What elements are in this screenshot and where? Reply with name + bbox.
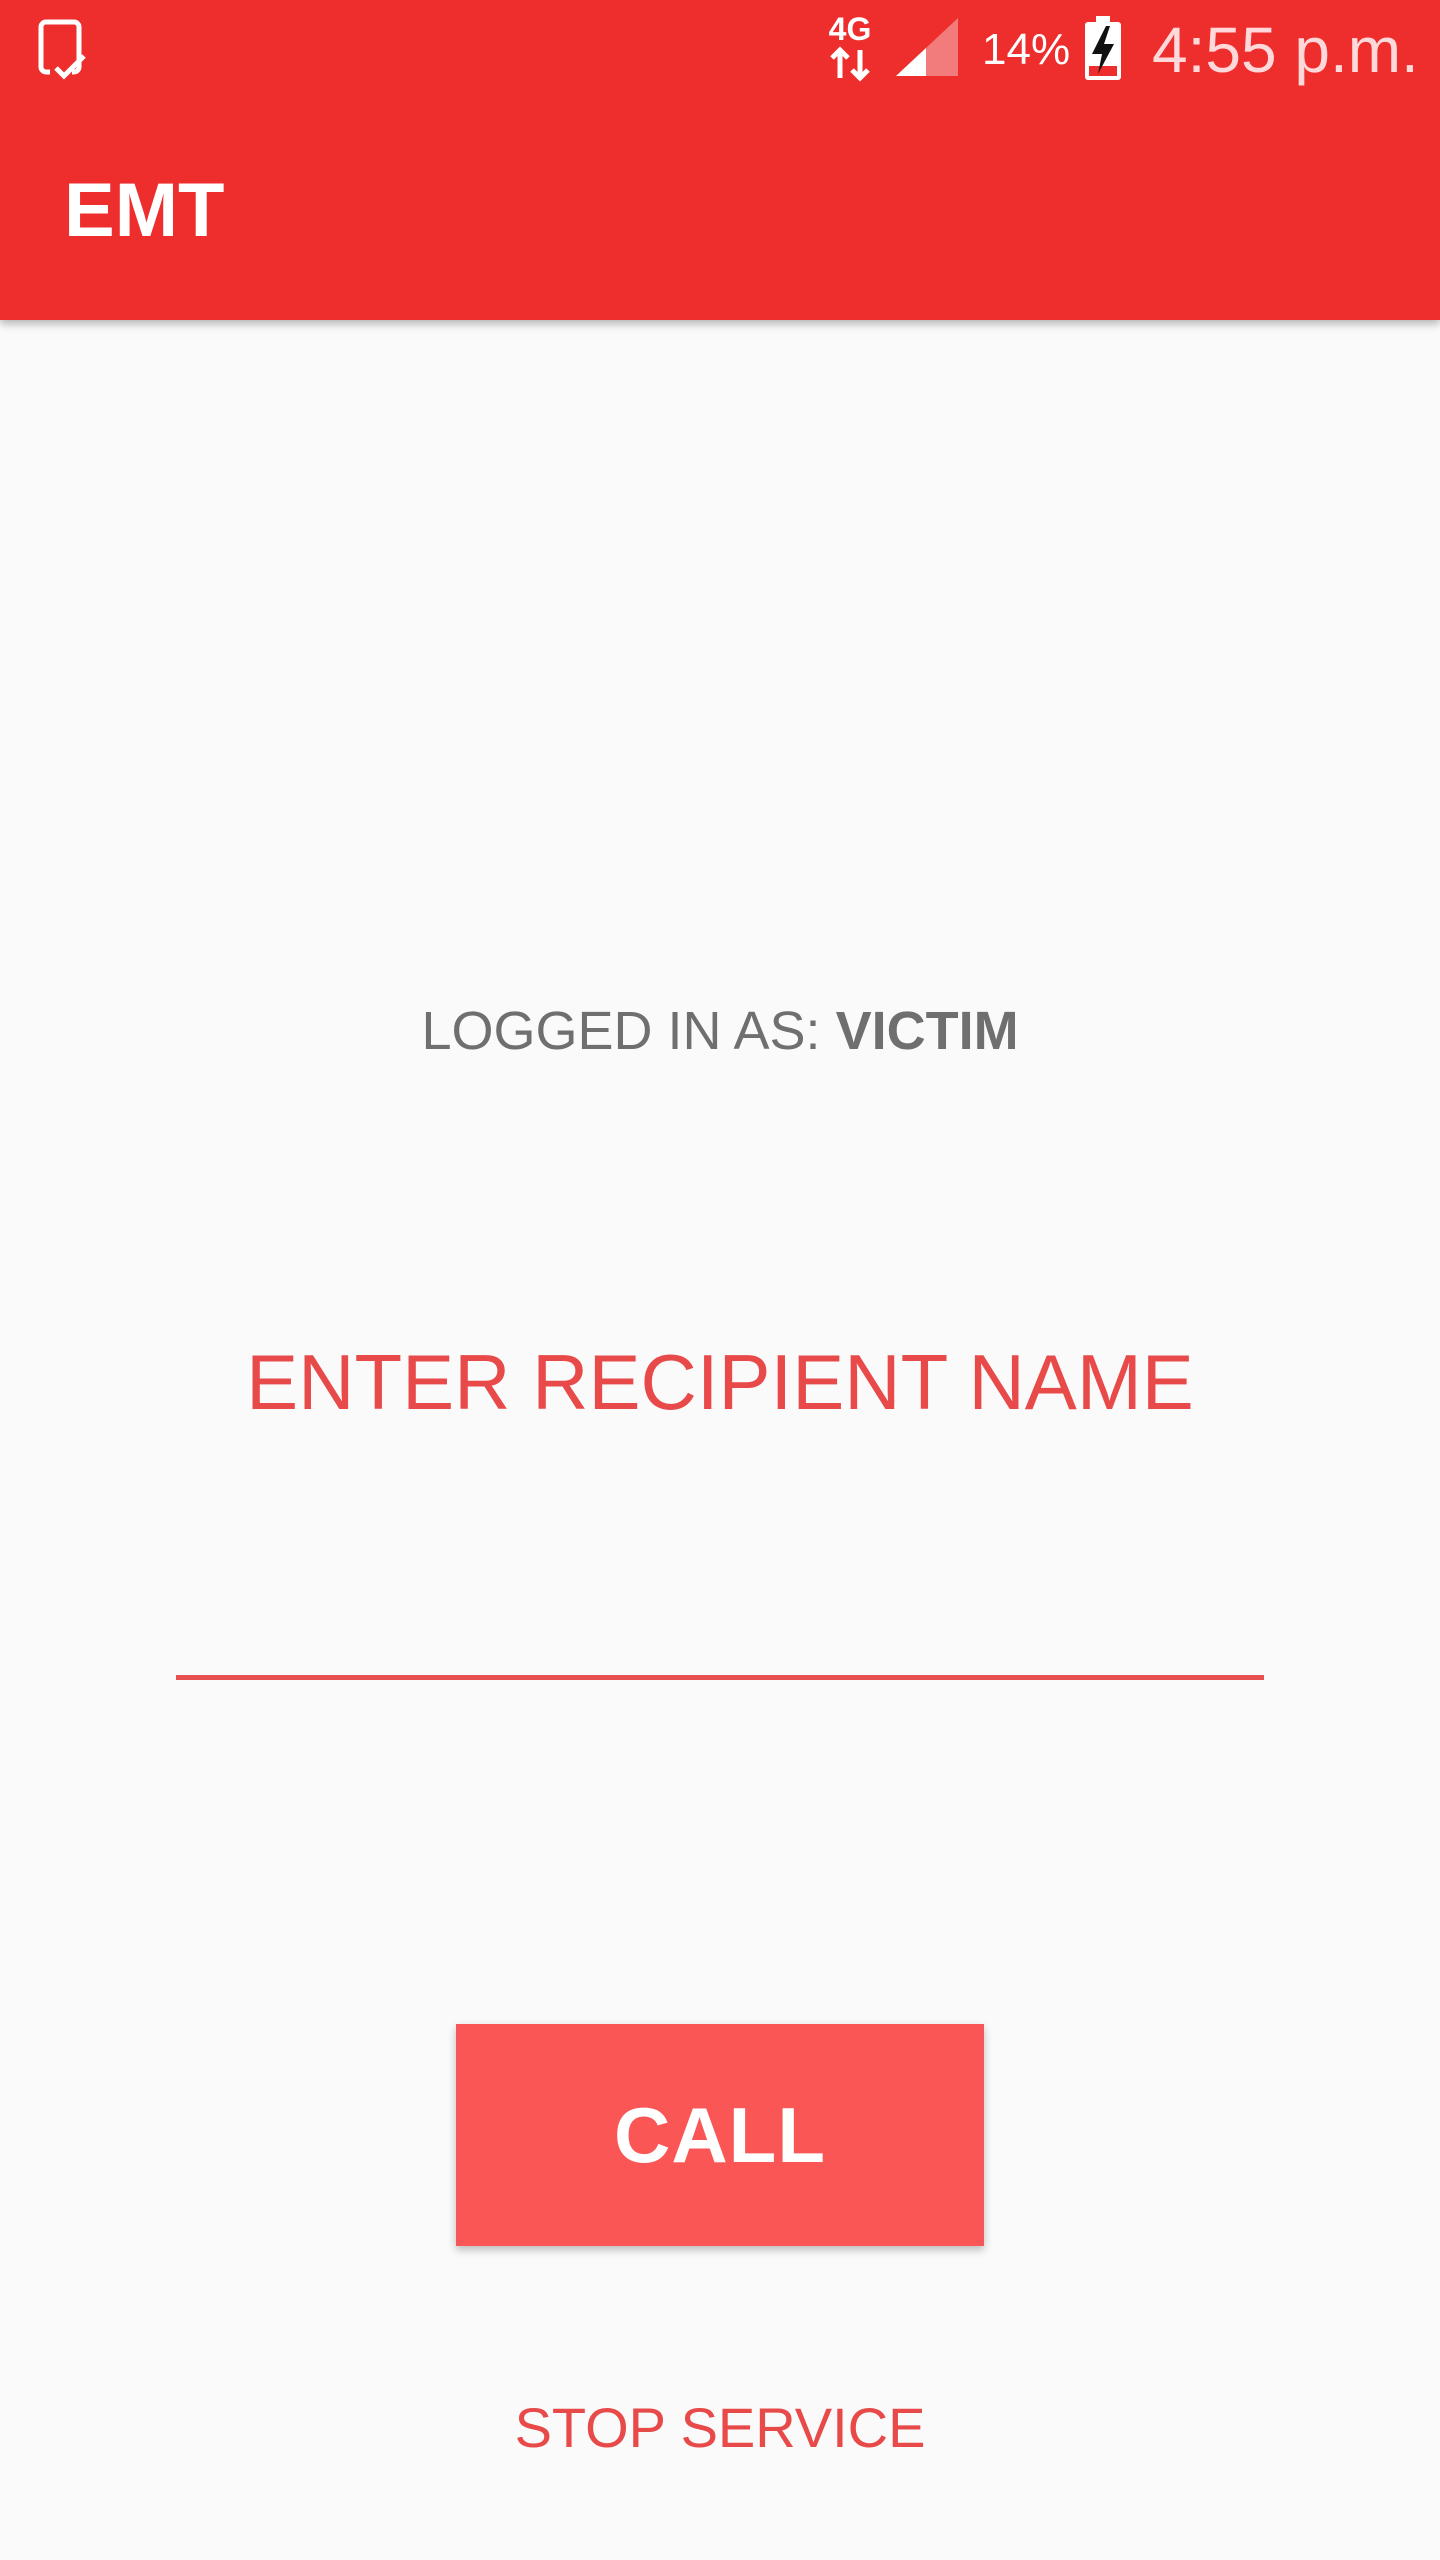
cell-signal-icon: [892, 16, 962, 80]
status-time: 4:55 p.m.: [1152, 14, 1419, 86]
logged-in-prefix: LOGGED IN AS:: [421, 1001, 836, 1061]
recipient-prompt: ENTER RECIPIENT NAME: [246, 1338, 1194, 1426]
app-header: 4G 14% 4:55 p.m. EMT: [0, 0, 1440, 320]
call-button[interactable]: CALL: [456, 2024, 984, 2246]
stop-service-button[interactable]: STOP SERVICE: [0, 2392, 1440, 2464]
tablet-check-icon: [36, 18, 92, 82]
data-transfer-arrows-icon: 4G: [818, 10, 882, 84]
recipient-name-input[interactable]: [176, 1570, 1264, 1680]
battery-charging-icon: [1082, 14, 1124, 82]
network-type-label: 4G: [829, 11, 872, 47]
logged-in-role: VICTIM: [835, 1001, 1019, 1061]
logged-in-status: LOGGED IN AS: VICTIM: [0, 996, 1440, 1066]
battery-percent: 14%: [982, 25, 1071, 74]
status-bar: 4G 14% 4:55 p.m.: [0, 0, 1440, 100]
app-title: EMT: [64, 168, 225, 253]
